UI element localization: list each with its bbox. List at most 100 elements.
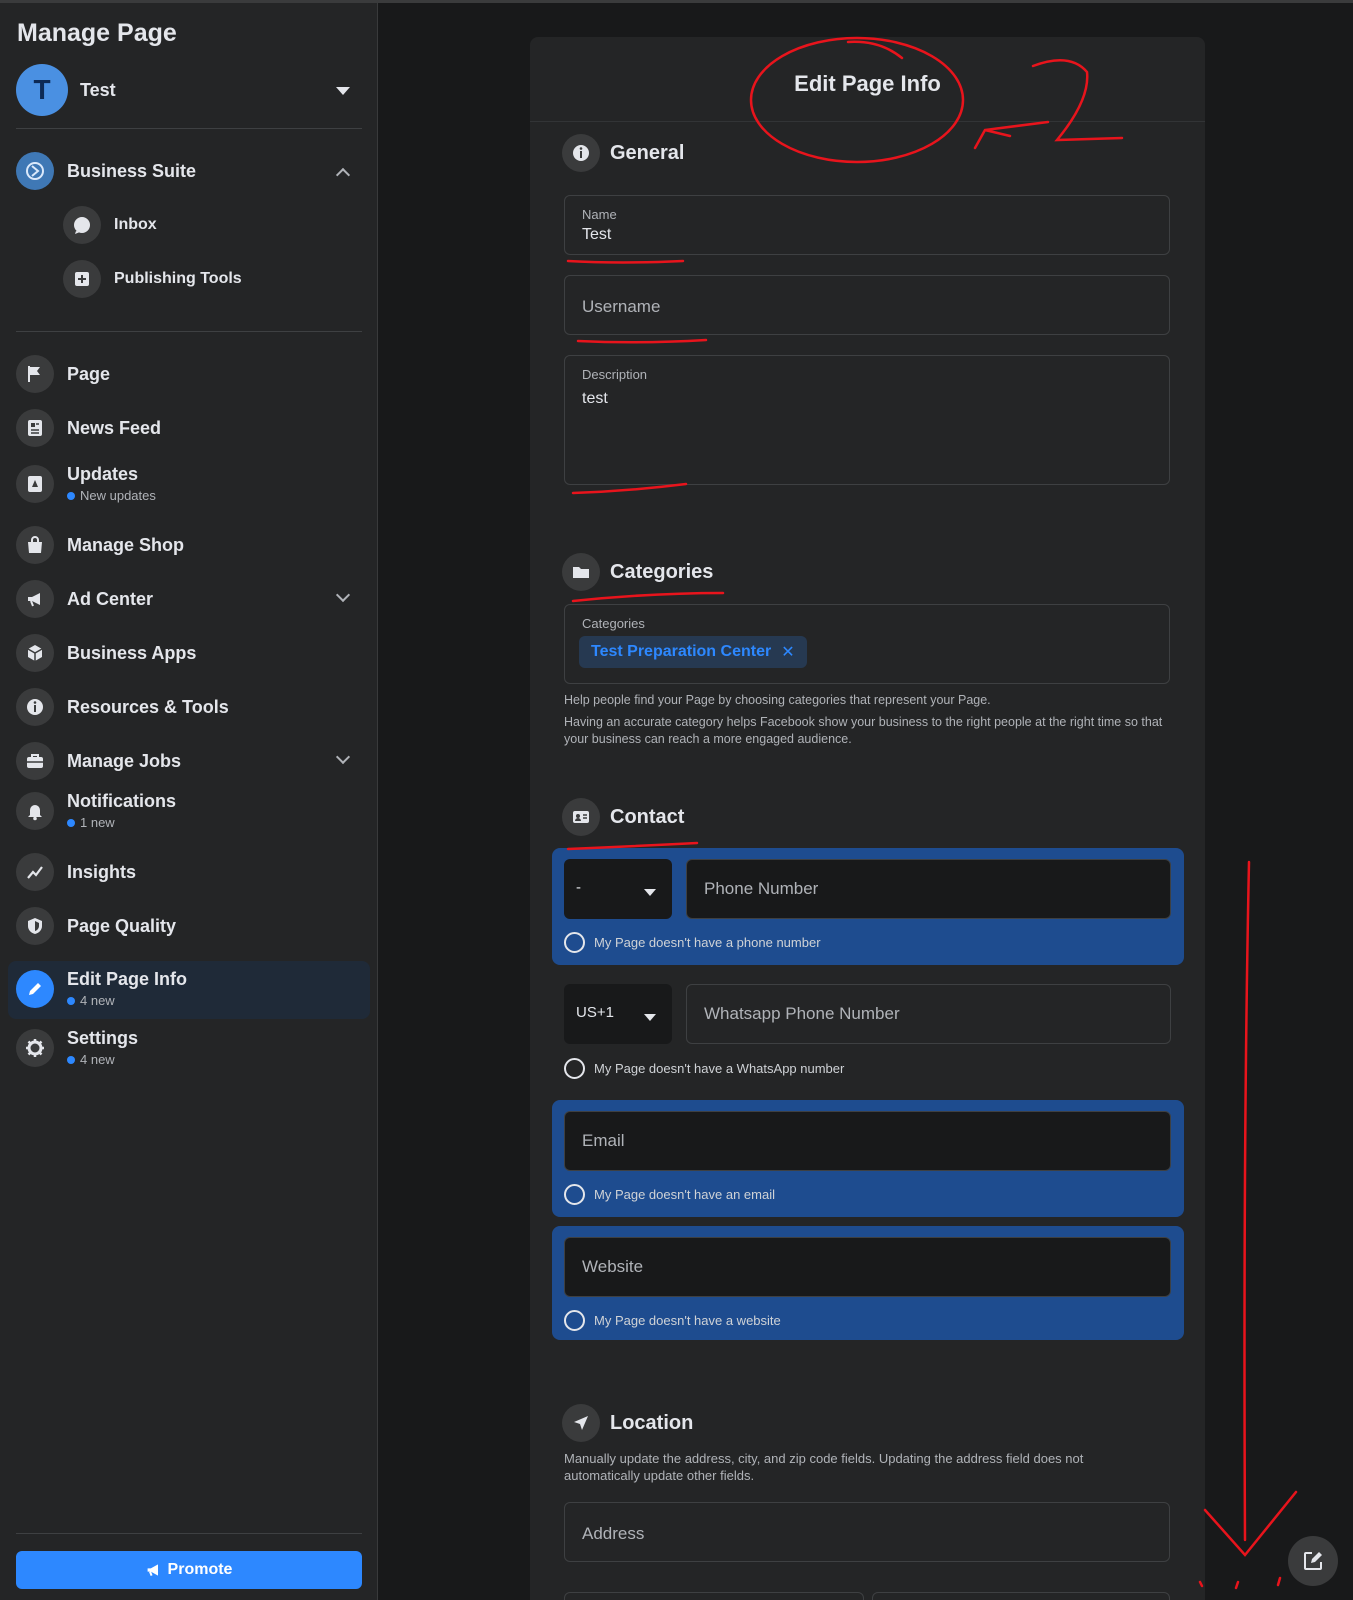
phone-input[interactable]: Phone Number xyxy=(686,859,1171,919)
option-label: My Page doesn't have a phone number xyxy=(594,935,821,950)
page-title: Edit Page Info xyxy=(794,71,941,96)
city-field[interactable] xyxy=(564,1592,864,1600)
sidebar-item-label: Updates xyxy=(67,464,139,484)
field-label: Categories xyxy=(582,616,645,631)
address-field[interactable]: Address xyxy=(564,1502,1170,1562)
chat-icon xyxy=(63,206,101,244)
briefcase-icon xyxy=(16,742,54,780)
categories-field[interactable]: Categories Test Preparation Center ✕ xyxy=(564,604,1170,684)
edit-page-info-panel: Edit Page Info General Name Test Usernam… xyxy=(530,37,1205,1600)
sidebar-item-resources-tools[interactable]: Resources & Tools xyxy=(16,688,362,726)
info-icon xyxy=(562,134,600,172)
categories-help-2: Having an accurate category helps Facebo… xyxy=(564,715,1163,746)
chevron-up-icon[interactable] xyxy=(335,167,351,183)
page-name: Test xyxy=(80,79,116,100)
sidebar-item-page[interactable]: Page xyxy=(16,355,362,393)
whatsapp-input[interactable]: Whatsapp Phone Number xyxy=(686,984,1171,1044)
chevron-down-icon[interactable] xyxy=(335,587,351,603)
compose-icon xyxy=(1304,1552,1322,1570)
sidebar-item-label: Insights xyxy=(67,861,137,882)
description-field[interactable]: Description test xyxy=(564,355,1170,485)
megaphone-icon xyxy=(16,580,54,618)
select-value: - xyxy=(576,879,581,896)
sidebar-item-label: News Feed xyxy=(67,417,162,438)
caret-down-icon xyxy=(644,1014,656,1021)
field-value: test xyxy=(582,390,608,407)
whatsapp-country-select[interactable]: US+1 xyxy=(564,984,672,1044)
sidebar-item-insights[interactable]: Insights xyxy=(16,853,362,891)
updates-icon xyxy=(16,464,54,503)
sidebar-item-label: Ad Center xyxy=(67,588,154,609)
sidebar-item-updates[interactable]: Updates New updates xyxy=(16,464,362,503)
sidebar-item-publishing-tools[interactable]: Publishing Tools xyxy=(63,260,242,298)
compose-button[interactable] xyxy=(1288,1536,1338,1586)
divider xyxy=(16,128,362,129)
website-input[interactable]: Website xyxy=(564,1237,1171,1297)
sub-text: New updates xyxy=(80,488,156,503)
location-arrow-icon xyxy=(562,1404,600,1442)
caret-down-icon[interactable] xyxy=(336,87,350,95)
phone-country-select[interactable]: - xyxy=(564,859,672,919)
shop-icon xyxy=(16,526,54,564)
folder-icon xyxy=(562,553,600,591)
sidebar-item-manage-shop[interactable]: Manage Shop xyxy=(16,526,362,564)
chip-label: Test Preparation Center xyxy=(591,643,772,660)
section-contact: Contact xyxy=(562,798,684,836)
page-switcher[interactable]: T Test xyxy=(16,63,362,117)
no-whatsapp-option[interactable]: My Page doesn't have a WhatsApp number xyxy=(564,1058,844,1079)
sidebar-item-notifications[interactable]: Notifications 1 new xyxy=(16,791,362,830)
contact-card-icon xyxy=(562,798,600,836)
sidebar-item-news-feed[interactable]: News Feed xyxy=(16,409,362,447)
notification-dot xyxy=(67,996,75,1005)
notification-dot xyxy=(67,491,75,500)
radio-button[interactable] xyxy=(564,1184,585,1205)
sidebar-item-settings[interactable]: Settings 4 new xyxy=(16,1028,362,1067)
sidebar-item-business-suite[interactable]: Business Suite xyxy=(16,152,362,190)
news-feed-icon xyxy=(16,409,54,447)
sidebar-item-business-apps[interactable]: Business Apps xyxy=(16,634,362,672)
sidebar-item-manage-jobs[interactable]: Manage Jobs xyxy=(16,742,362,780)
chevron-down-icon[interactable] xyxy=(335,749,351,765)
sidebar: Manage Page T Test Business Suite Inbox xyxy=(0,3,378,1600)
zip-field[interactable] xyxy=(872,1592,1170,1600)
sidebar-item-label: Manage Shop xyxy=(67,534,185,555)
gear-icon xyxy=(16,1028,54,1067)
sub-text: 1 new xyxy=(80,815,115,830)
promote-button[interactable]: Promote xyxy=(16,1551,362,1589)
field-placeholder: Username xyxy=(582,297,661,316)
caret-down-icon xyxy=(644,889,656,896)
flag-icon xyxy=(16,355,54,393)
category-chip[interactable]: Test Preparation Center ✕ xyxy=(579,636,807,668)
email-group: Email My Page doesn't have an email xyxy=(552,1100,1184,1217)
sidebar-item-edit-page-info[interactable]: Edit Page Info 4 new xyxy=(16,969,362,1008)
sidebar-item-sub: 1 new xyxy=(67,815,176,830)
no-email-option[interactable]: My Page doesn't have an email xyxy=(564,1184,775,1205)
radio-button[interactable] xyxy=(564,1310,585,1331)
no-phone-option[interactable]: My Page doesn't have a phone number xyxy=(564,932,821,953)
section-title: Location xyxy=(610,1411,694,1434)
cube-icon xyxy=(16,634,54,672)
down-arrow-shaft xyxy=(1243,860,1251,1542)
megaphone-icon xyxy=(147,1564,158,1576)
sidebar-item-page-quality[interactable]: Page Quality xyxy=(16,907,362,945)
option-label: My Page doesn't have a website xyxy=(594,1313,781,1328)
email-input[interactable]: Email xyxy=(564,1111,1171,1171)
sidebar-item-inbox[interactable]: Inbox xyxy=(63,206,157,244)
radio-button[interactable] xyxy=(564,1058,585,1079)
sidebar-item-sub: 4 new xyxy=(67,993,187,1008)
sidebar-item-label: Publishing Tools xyxy=(114,270,242,287)
close-icon[interactable]: ✕ xyxy=(781,642,794,662)
bell-icon xyxy=(16,791,54,830)
field-label: Description xyxy=(582,367,648,382)
arrow-dots xyxy=(1198,1576,1282,1590)
sidebar-item-ad-center[interactable]: Ad Center xyxy=(16,580,362,618)
no-website-option[interactable]: My Page doesn't have a website xyxy=(564,1310,781,1331)
radio-button[interactable] xyxy=(564,932,585,953)
panel-header: Edit Page Info xyxy=(530,37,1205,122)
sidebar-item-sub: 4 new xyxy=(67,1052,138,1067)
notification-dot xyxy=(67,1055,75,1064)
name-field[interactable]: Name Test xyxy=(564,195,1170,255)
business-suite-icon xyxy=(16,152,54,190)
field-placeholder: Whatsapp Phone Number xyxy=(704,1004,900,1023)
username-field[interactable]: Username xyxy=(564,275,1170,335)
